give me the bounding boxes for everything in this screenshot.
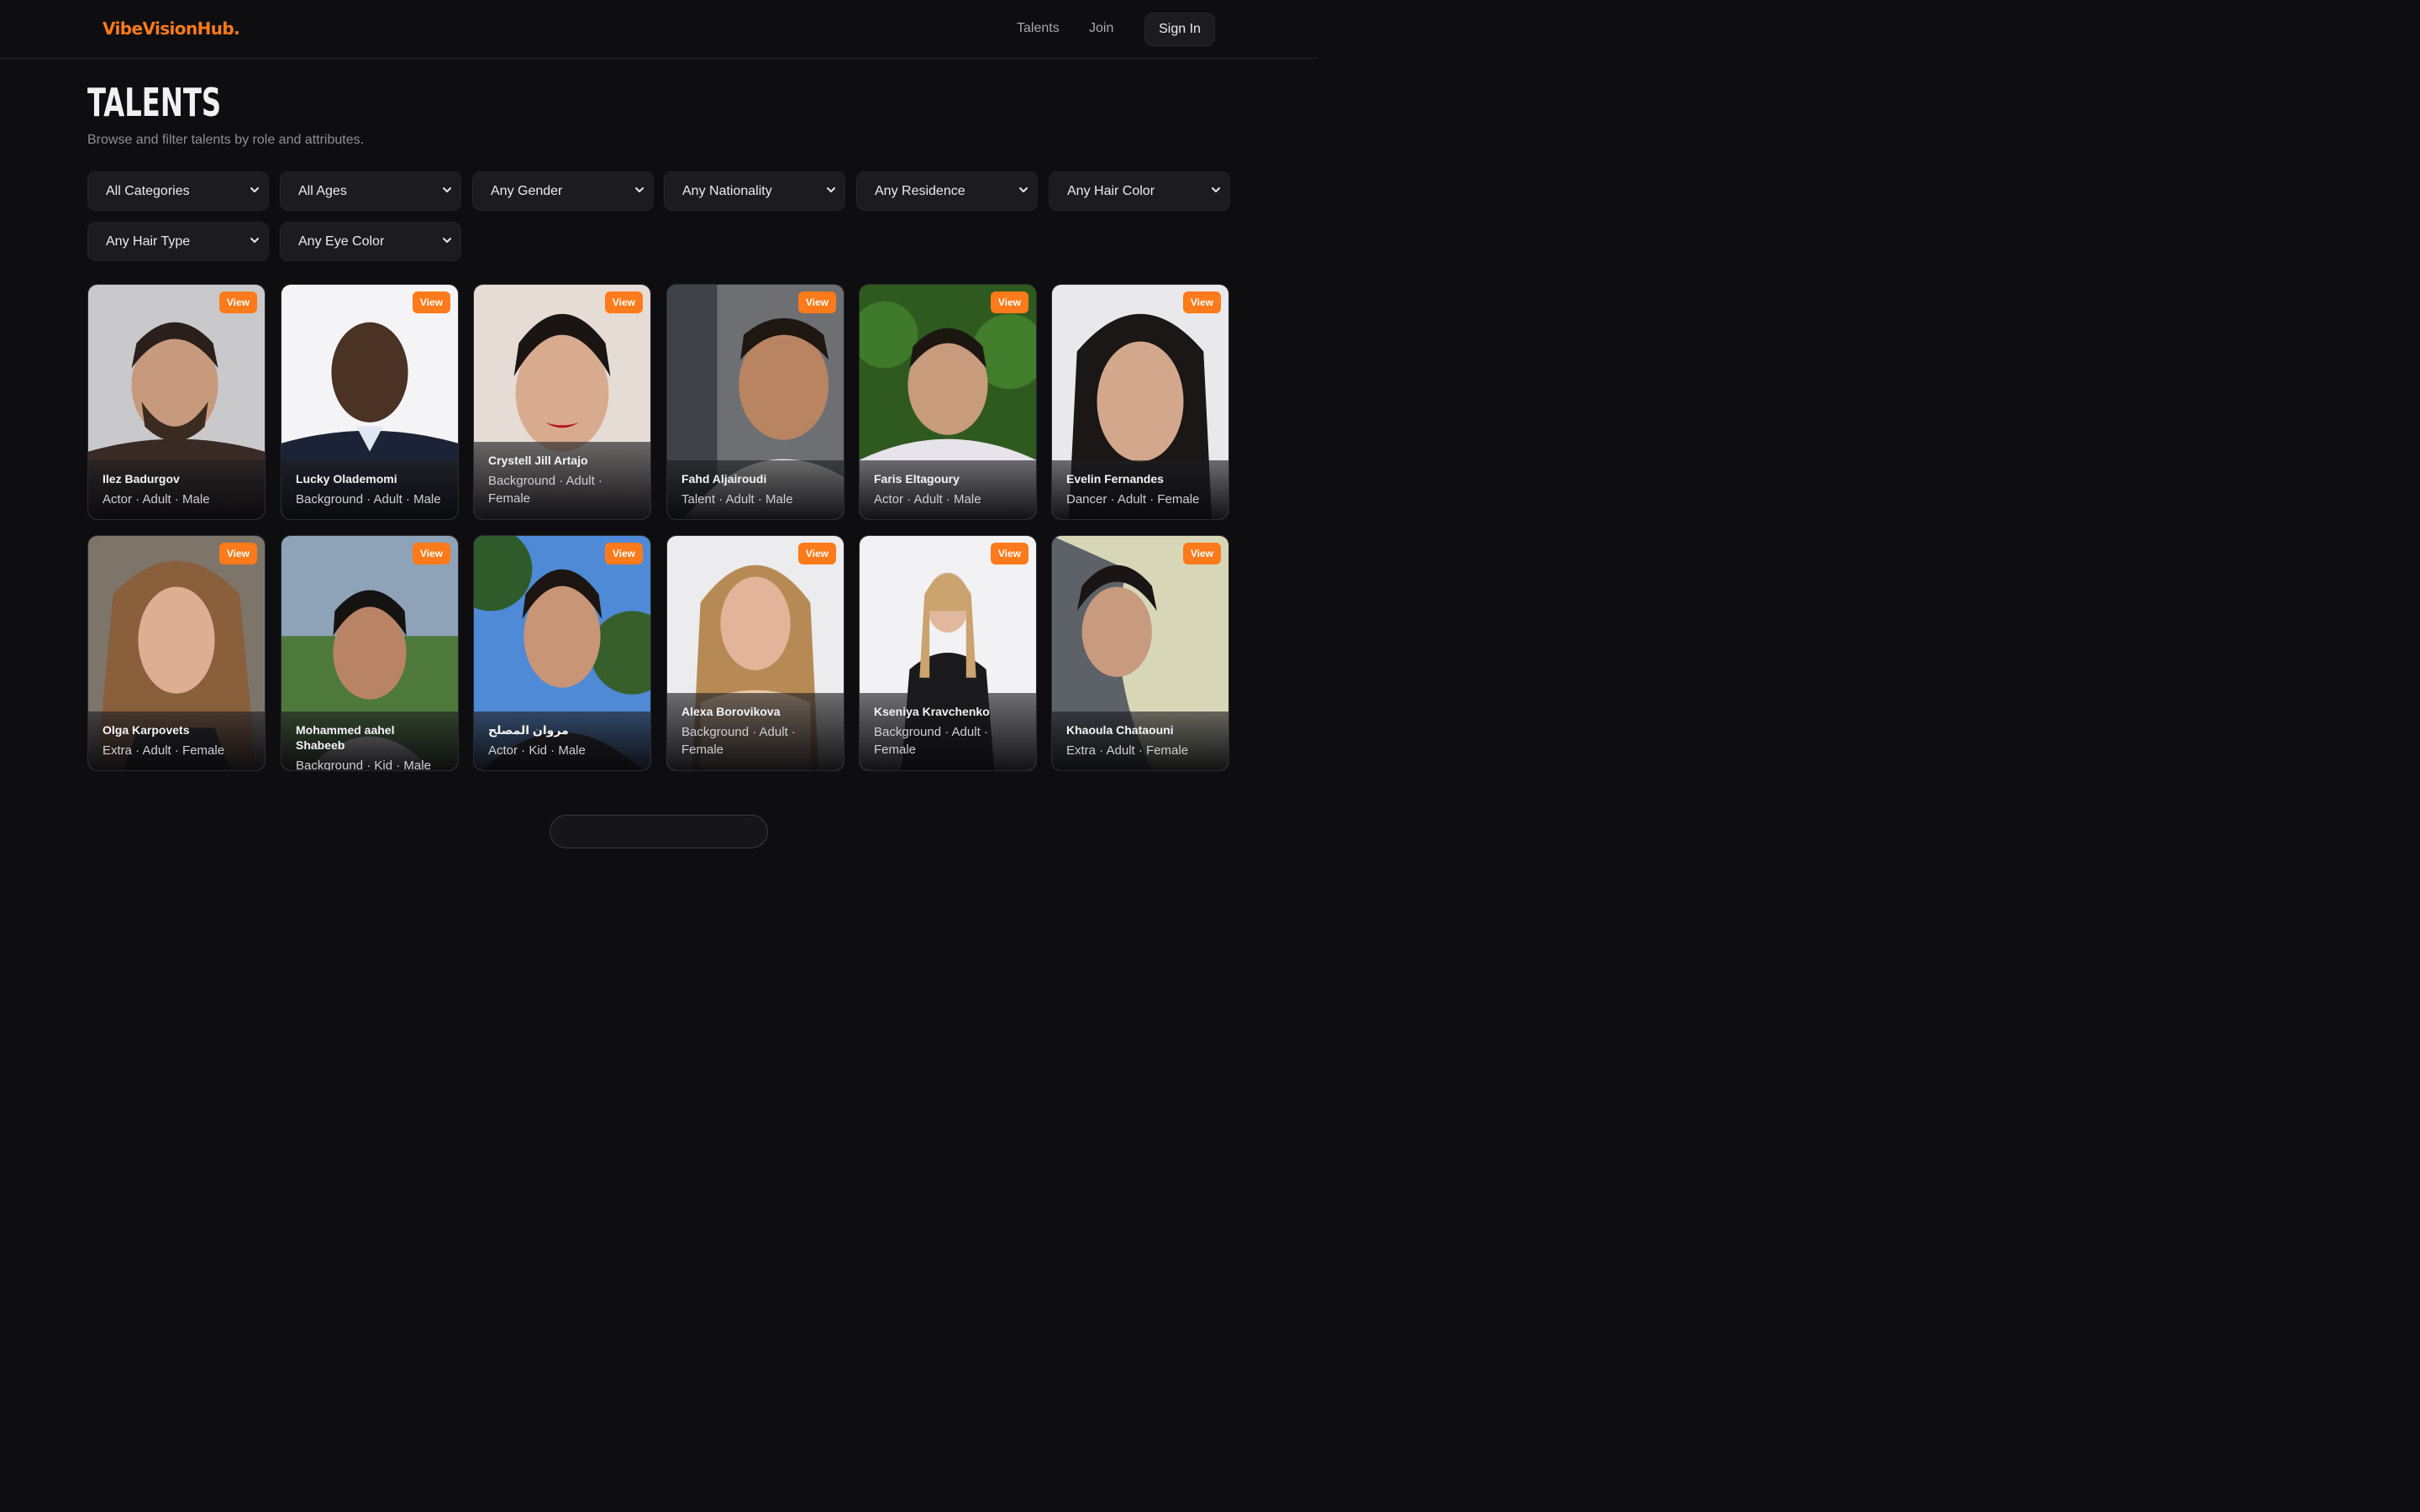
talent-name: Fahd Aljairoudi (681, 472, 767, 486)
chevron-down-icon (827, 187, 835, 192)
talent-card[interactable]: View Mohammed aahel Shabeeb Background ·… (281, 535, 459, 771)
talent-card[interactable]: View Khaoula Chataouni Extra · Adult · F… (1051, 535, 1229, 771)
talent-name: Khaoula Chataouni (1066, 723, 1174, 737)
filter-hair-color[interactable]: Any Hair Color (1049, 171, 1230, 211)
chevron-down-icon (250, 238, 259, 243)
talent-meta: Extra · Adult · Female (1066, 743, 1189, 758)
view-button[interactable]: View (990, 291, 1028, 313)
talent-info: Evelin Fernandes Dancer · Adult · Female (1052, 460, 1228, 519)
talent-card[interactable]: View مروان المصلح Actor · Kid · Male (473, 535, 651, 771)
view-button[interactable]: View (412, 291, 450, 313)
view-button[interactable]: View (218, 291, 257, 313)
talent-info: Olga Karpovets Extra · Adult · Female (88, 711, 265, 770)
talent-card[interactable]: View Kseniya Kravchenko Background · Adu… (859, 535, 1037, 771)
sign-in-button[interactable]: Sign In (1144, 13, 1215, 46)
talent-name: Kseniya Kravchenko (874, 705, 990, 718)
talent-card[interactable]: View Lucky Olademomi Background · Adult … (281, 284, 459, 520)
talent-meta: Background · Adult · Female (488, 474, 602, 506)
page-subtitle: Browse and filter talents by role and at… (87, 133, 365, 147)
chevron-down-icon (1212, 187, 1220, 192)
talent-name: Lucky Olademomi (296, 472, 397, 486)
nav-link-join[interactable]: Join (1089, 21, 1113, 36)
talent-meta: Dancer · Adult · Female (1066, 492, 1200, 507)
talent-name: Alexa Borovikova (681, 705, 781, 718)
talent-name: Mohammed aahel Shabeeb (296, 723, 395, 752)
talent-name: Olga Karpovets (103, 723, 190, 737)
filter-residence[interactable]: Any Residence (856, 171, 1038, 211)
talent-info: Fahd Aljairoudi Talent · Adult · Male (667, 460, 844, 519)
filter-eye-color-value: Any Eye Color (298, 234, 385, 249)
talent-meta: Background · Adult · Male (296, 492, 441, 507)
filter-hair-type-value: Any Hair Type (106, 234, 191, 249)
talent-meta: Background · Adult · Female (681, 725, 796, 757)
filter-age[interactable]: All Ages (280, 171, 461, 211)
filter-gender[interactable]: Any Gender (472, 171, 654, 211)
view-button[interactable]: View (1182, 291, 1221, 313)
top-navigation-bar: VibeVisionHub. Talents Join Sign In (0, 0, 1318, 59)
talent-meta: Talent · Adult · Male (681, 492, 793, 507)
filter-gender-value: Any Gender (491, 183, 563, 198)
view-button[interactable]: View (604, 543, 643, 564)
talent-card[interactable]: View Olga Karpovets Extra · Adult · Fema… (87, 535, 266, 771)
filter-category-value: All Categories (106, 183, 190, 198)
talent-meta: Extra · Adult · Female (103, 743, 225, 758)
talent-meta: Actor · Kid · Male (488, 743, 586, 758)
chevron-down-icon (443, 187, 451, 192)
filter-nationality-value: Any Nationality (682, 183, 772, 198)
chevron-down-icon (1019, 187, 1028, 192)
brand-logo[interactable]: VibeVisionHub. (103, 18, 240, 39)
filter-nationality[interactable]: Any Nationality (664, 171, 845, 211)
talent-meta: Actor · Adult · Male (103, 492, 210, 507)
talent-card[interactable]: View Alexa Borovikova Background · Adult… (666, 535, 844, 771)
talent-info: Lucky Olademomi Background · Adult · Mal… (281, 460, 458, 519)
filter-category[interactable]: All Categories (87, 171, 269, 211)
load-more-button[interactable] (550, 815, 768, 848)
talent-card[interactable]: View Fahd Aljairoudi Talent · Adult · Ma… (666, 284, 844, 520)
filter-hair-color-value: Any Hair Color (1067, 183, 1155, 198)
filter-age-value: All Ages (298, 183, 347, 198)
filter-residence-value: Any Residence (875, 183, 965, 198)
view-button[interactable]: View (797, 291, 836, 313)
view-button[interactable]: View (604, 291, 643, 313)
talent-card[interactable]: View Crystell Jill Artajo Background · A… (473, 284, 651, 520)
talent-name: Evelin Fernandes (1066, 472, 1164, 486)
talent-info: Kseniya Kravchenko Background · Adult · … (860, 693, 1036, 770)
page-title: TALENTS (87, 80, 222, 125)
talent-name: Faris Eltagoury (874, 472, 960, 486)
view-button[interactable]: View (1182, 543, 1221, 564)
talent-name: مروان المصلح (488, 723, 569, 737)
nav-link-talents[interactable]: Talents (1017, 21, 1060, 36)
view-button[interactable]: View (990, 543, 1028, 564)
talent-card[interactable]: View Ilez Badurgov Actor · Adult · Male (87, 284, 266, 520)
chevron-down-icon (443, 238, 451, 243)
talent-meta: Background · Adult · Female (874, 725, 988, 757)
talent-info: Faris Eltagoury Actor · Adult · Male (860, 460, 1036, 519)
view-button[interactable]: View (218, 543, 257, 564)
filter-hair-type[interactable]: Any Hair Type (87, 222, 269, 261)
talent-info: Ilez Badurgov Actor · Adult · Male (88, 460, 265, 519)
talent-card[interactable]: View Evelin Fernandes Dancer · Adult · F… (1051, 284, 1229, 520)
talent-info: مروان المصلح Actor · Kid · Male (474, 711, 650, 770)
talent-info: Alexa Borovikova Background · Adult · Fe… (667, 693, 844, 770)
view-button[interactable]: View (797, 543, 836, 564)
talent-info: Mohammed aahel Shabeeb Background · Kid … (281, 711, 458, 770)
view-button[interactable]: View (412, 543, 450, 564)
talent-name: Ilez Badurgov (103, 472, 180, 486)
chevron-down-icon (250, 187, 259, 192)
talent-name: Crystell Jill Artajo (488, 454, 588, 467)
filter-eye-color[interactable]: Any Eye Color (280, 222, 461, 261)
talent-info: Khaoula Chataouni Extra · Adult · Female (1052, 711, 1228, 770)
chevron-down-icon (635, 187, 644, 192)
talent-meta: Background · Kid · Male (296, 759, 431, 771)
talent-card[interactable]: View Faris Eltagoury Actor · Adult · Mal… (859, 284, 1037, 520)
talent-info: Crystell Jill Artajo Background · Adult … (474, 442, 650, 519)
talent-meta: Actor · Adult · Male (874, 492, 981, 507)
